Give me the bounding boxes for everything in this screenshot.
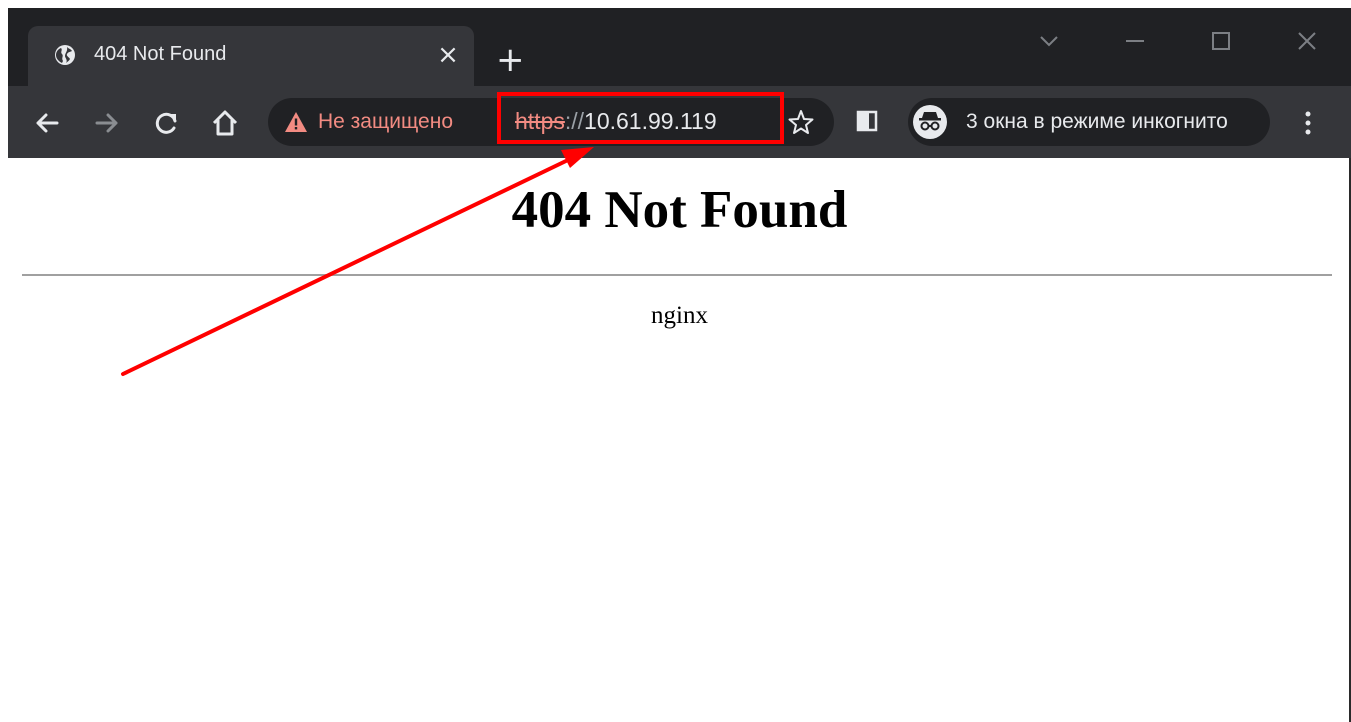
bookmark-star-icon[interactable] — [788, 109, 814, 135]
page-content: 404 Not Found nginx — [8, 158, 1351, 722]
page-divider — [22, 274, 1332, 276]
warning-triangle-icon[interactable] — [284, 111, 308, 133]
new-tab-button[interactable]: + — [496, 43, 525, 77]
security-status-label[interactable]: Не защищено — [318, 110, 480, 134]
side-panel-icon[interactable] — [856, 110, 878, 132]
tab-strip: 404 Not Found × + — [8, 8, 1351, 86]
browser-window: 404 Not Found × + Не защищено https://10… — [8, 8, 1351, 722]
server-signature: nginx — [651, 302, 708, 329]
reload-icon[interactable] — [152, 108, 182, 138]
forward-arrow-icon[interactable] — [92, 108, 122, 138]
annotation-highlight-box — [497, 92, 784, 144]
tab-search-chevron-icon[interactable] — [1034, 26, 1064, 56]
tab-title: 404 Not Found — [94, 43, 227, 65]
close-window-icon[interactable] — [1292, 26, 1322, 56]
page-heading: 404 Not Found — [511, 181, 848, 239]
incognito-icon — [913, 105, 947, 139]
maximize-icon[interactable] — [1206, 26, 1236, 56]
incognito-label: 3 окна в режиме инкогнито — [966, 110, 1228, 133]
minimize-icon[interactable] — [1120, 26, 1150, 56]
home-icon[interactable] — [210, 108, 240, 138]
globe-icon — [55, 45, 75, 65]
incognito-indicator[interactable]: 3 окна в режиме инкогнито — [908, 98, 1270, 146]
tab-close-button[interactable]: × — [436, 42, 460, 68]
more-menu-icon[interactable] — [1296, 108, 1320, 138]
back-arrow-icon[interactable] — [32, 108, 62, 138]
active-tab[interactable]: 404 Not Found × — [28, 26, 474, 86]
